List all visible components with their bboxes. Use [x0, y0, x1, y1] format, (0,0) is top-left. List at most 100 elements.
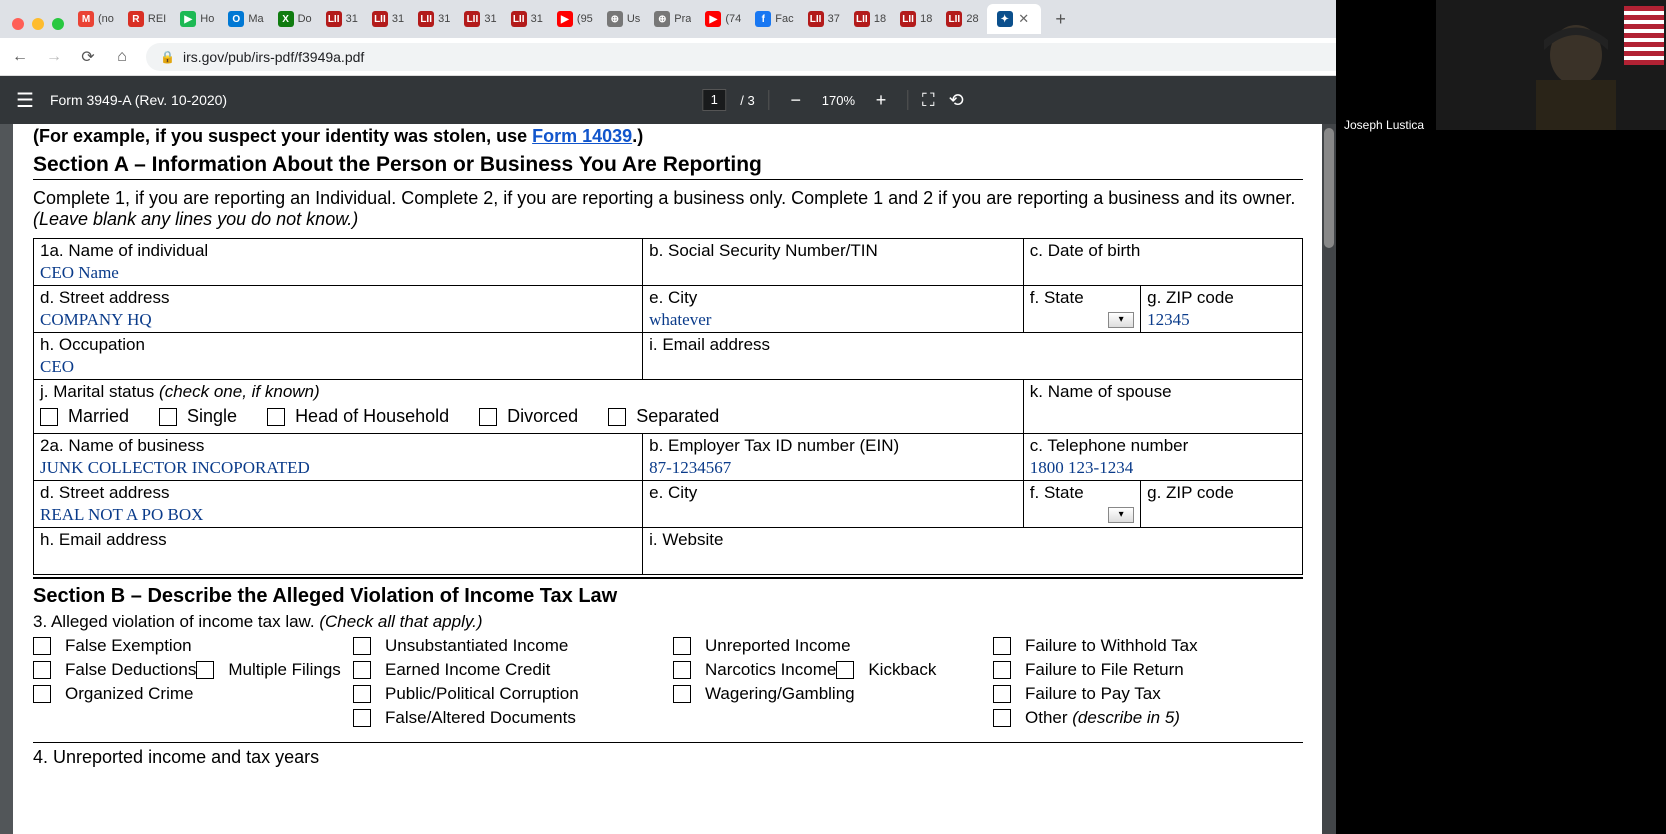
violation-option[interactable]: Organized Crime [33, 684, 194, 704]
checkbox-icon[interactable] [993, 661, 1011, 679]
tab[interactable]: ⊕Pra [648, 4, 697, 34]
field-email-1[interactable] [649, 357, 1296, 377]
tab[interactable]: LII18 [894, 4, 938, 34]
checkbox-icon[interactable] [353, 709, 371, 727]
checkbox-icon[interactable] [673, 685, 691, 703]
forward-button[interactable]: → [44, 48, 64, 66]
tab[interactable]: ▶Ho [174, 4, 220, 34]
tab[interactable]: XDo [272, 4, 318, 34]
field-spouse[interactable] [1030, 404, 1296, 424]
violation-option[interactable]: Unreported Income [673, 636, 851, 656]
address-bar[interactable]: 🔒 irs.gov/pub/irs-pdf/f3949a.pdf [146, 43, 1368, 71]
tab[interactable]: LII31 [320, 4, 364, 34]
violation-option[interactable]: Earned Income Credit [353, 660, 550, 680]
checkbox-icon[interactable] [673, 637, 691, 655]
field-dob[interactable] [1030, 263, 1296, 283]
field-phone[interactable]: 1800 123-1234 [1030, 458, 1296, 478]
checkbox-icon[interactable] [993, 637, 1011, 655]
field-city-1[interactable]: whatever [649, 310, 1017, 330]
checkbox-icon[interactable] [33, 661, 51, 679]
tab[interactable]: LII31 [412, 4, 456, 34]
window-minimize[interactable] [32, 18, 44, 30]
checkbox-icon[interactable] [159, 408, 177, 426]
page-current-input[interactable]: 1 [702, 89, 726, 111]
tab[interactable]: LII31 [366, 4, 410, 34]
marital-option[interactable]: Single [159, 406, 237, 427]
checkbox-icon[interactable] [673, 661, 691, 679]
hamburger-icon[interactable]: ☰ [16, 88, 34, 113]
checkbox-icon[interactable] [40, 408, 58, 426]
violation-option[interactable]: Narcotics Income [673, 660, 836, 680]
checkbox-icon[interactable] [267, 408, 285, 426]
zoom-out-button[interactable]: − [784, 88, 808, 112]
field-zip-2[interactable] [1147, 505, 1296, 525]
checkbox-icon[interactable] [353, 637, 371, 655]
checkbox-icon[interactable] [608, 408, 626, 426]
field-ein[interactable]: 87-1234567 [649, 458, 1017, 478]
violation-option[interactable]: Kickback [836, 660, 936, 680]
tab[interactable]: RREI [122, 4, 172, 34]
field-street-1[interactable]: COMPANY HQ [40, 310, 636, 330]
pdf-viewport[interactable]: (For example, if you suspect your identi… [0, 124, 1336, 834]
home-button[interactable]: ⌂ [112, 48, 132, 66]
tab[interactable]: ▶(74 [699, 4, 747, 34]
window-close[interactable] [12, 18, 24, 30]
field-name-individual[interactable]: CEO Name [40, 263, 636, 283]
window-maximize[interactable] [52, 18, 64, 30]
checkbox-icon[interactable] [196, 661, 214, 679]
checkbox-icon[interactable] [993, 709, 1011, 727]
violation-option[interactable]: Multiple Filings [196, 660, 340, 680]
field-website[interactable] [649, 552, 1296, 572]
reload-button[interactable]: ⟳ [78, 47, 98, 67]
field-business-name[interactable]: JUNK COLLECTOR INCOPORATED [40, 458, 636, 478]
participant-video[interactable] [1436, 0, 1666, 130]
field-zip-1[interactable]: 12345 [1147, 310, 1296, 330]
field-occupation[interactable]: CEO [40, 357, 636, 377]
checkbox-icon[interactable] [479, 408, 497, 426]
tab[interactable]: OMa [222, 4, 269, 34]
field-ssn[interactable] [649, 263, 1017, 283]
violation-option[interactable]: Wagering/Gambling [673, 684, 855, 704]
marital-option[interactable]: Separated [608, 406, 719, 427]
tab[interactable]: LII28 [940, 4, 984, 34]
violation-option[interactable]: False/Altered Documents [353, 708, 576, 728]
fit-page-icon[interactable]: ⛶ [922, 90, 935, 111]
checkbox-icon[interactable] [33, 637, 51, 655]
back-button[interactable]: ← [10, 48, 30, 66]
tab-active[interactable]: ✦ ✕ [987, 4, 1041, 34]
checkbox-icon[interactable] [993, 685, 1011, 703]
zoom-in-button[interactable]: + [869, 88, 893, 112]
tab[interactable]: LII31 [505, 4, 549, 34]
field-street-2[interactable]: REAL NOT A PO BOX [40, 505, 636, 525]
tab[interactable]: fFac [749, 4, 799, 34]
scrollbar-track[interactable] [1322, 124, 1336, 834]
violation-option[interactable]: Failure to Withhold Tax [993, 636, 1198, 656]
violation-other[interactable]: Other (describe in 5) [993, 708, 1180, 728]
state-dropdown-1[interactable]: ▾ [1108, 312, 1134, 328]
violation-option[interactable]: Failure to Pay Tax [993, 684, 1161, 704]
violation-option[interactable]: False Deductions [33, 660, 196, 680]
violation-option[interactable]: Failure to File Return [993, 660, 1184, 680]
marital-option[interactable]: Head of Household [267, 406, 449, 427]
new-tab-button[interactable]: + [1047, 5, 1075, 33]
tab[interactable]: LII37 [802, 4, 846, 34]
tab[interactable]: M(no [72, 4, 120, 34]
field-city-2[interactable] [649, 505, 1017, 525]
tab[interactable]: ▶(95 [551, 4, 599, 34]
form-14039-link[interactable]: Form 14039 [532, 126, 632, 146]
checkbox-icon[interactable] [353, 661, 371, 679]
scrollbar-thumb[interactable] [1324, 128, 1334, 248]
tab-close-icon[interactable]: ✕ [1017, 12, 1031, 26]
tab[interactable]: ⊕Us [601, 4, 646, 34]
tab[interactable]: LII31 [458, 4, 502, 34]
violation-option[interactable]: False Exemption [33, 636, 192, 656]
rotate-icon[interactable]: ⟲ [949, 90, 964, 111]
checkbox-icon[interactable] [353, 685, 371, 703]
violation-option[interactable]: Unsubstantiated Income [353, 636, 568, 656]
marital-option[interactable]: Married [40, 406, 129, 427]
violation-option[interactable]: Public/Political Corruption [353, 684, 579, 704]
checkbox-icon[interactable] [33, 685, 51, 703]
tab[interactable]: LII18 [848, 4, 892, 34]
field-email-2[interactable] [40, 552, 636, 572]
checkbox-icon[interactable] [836, 661, 854, 679]
